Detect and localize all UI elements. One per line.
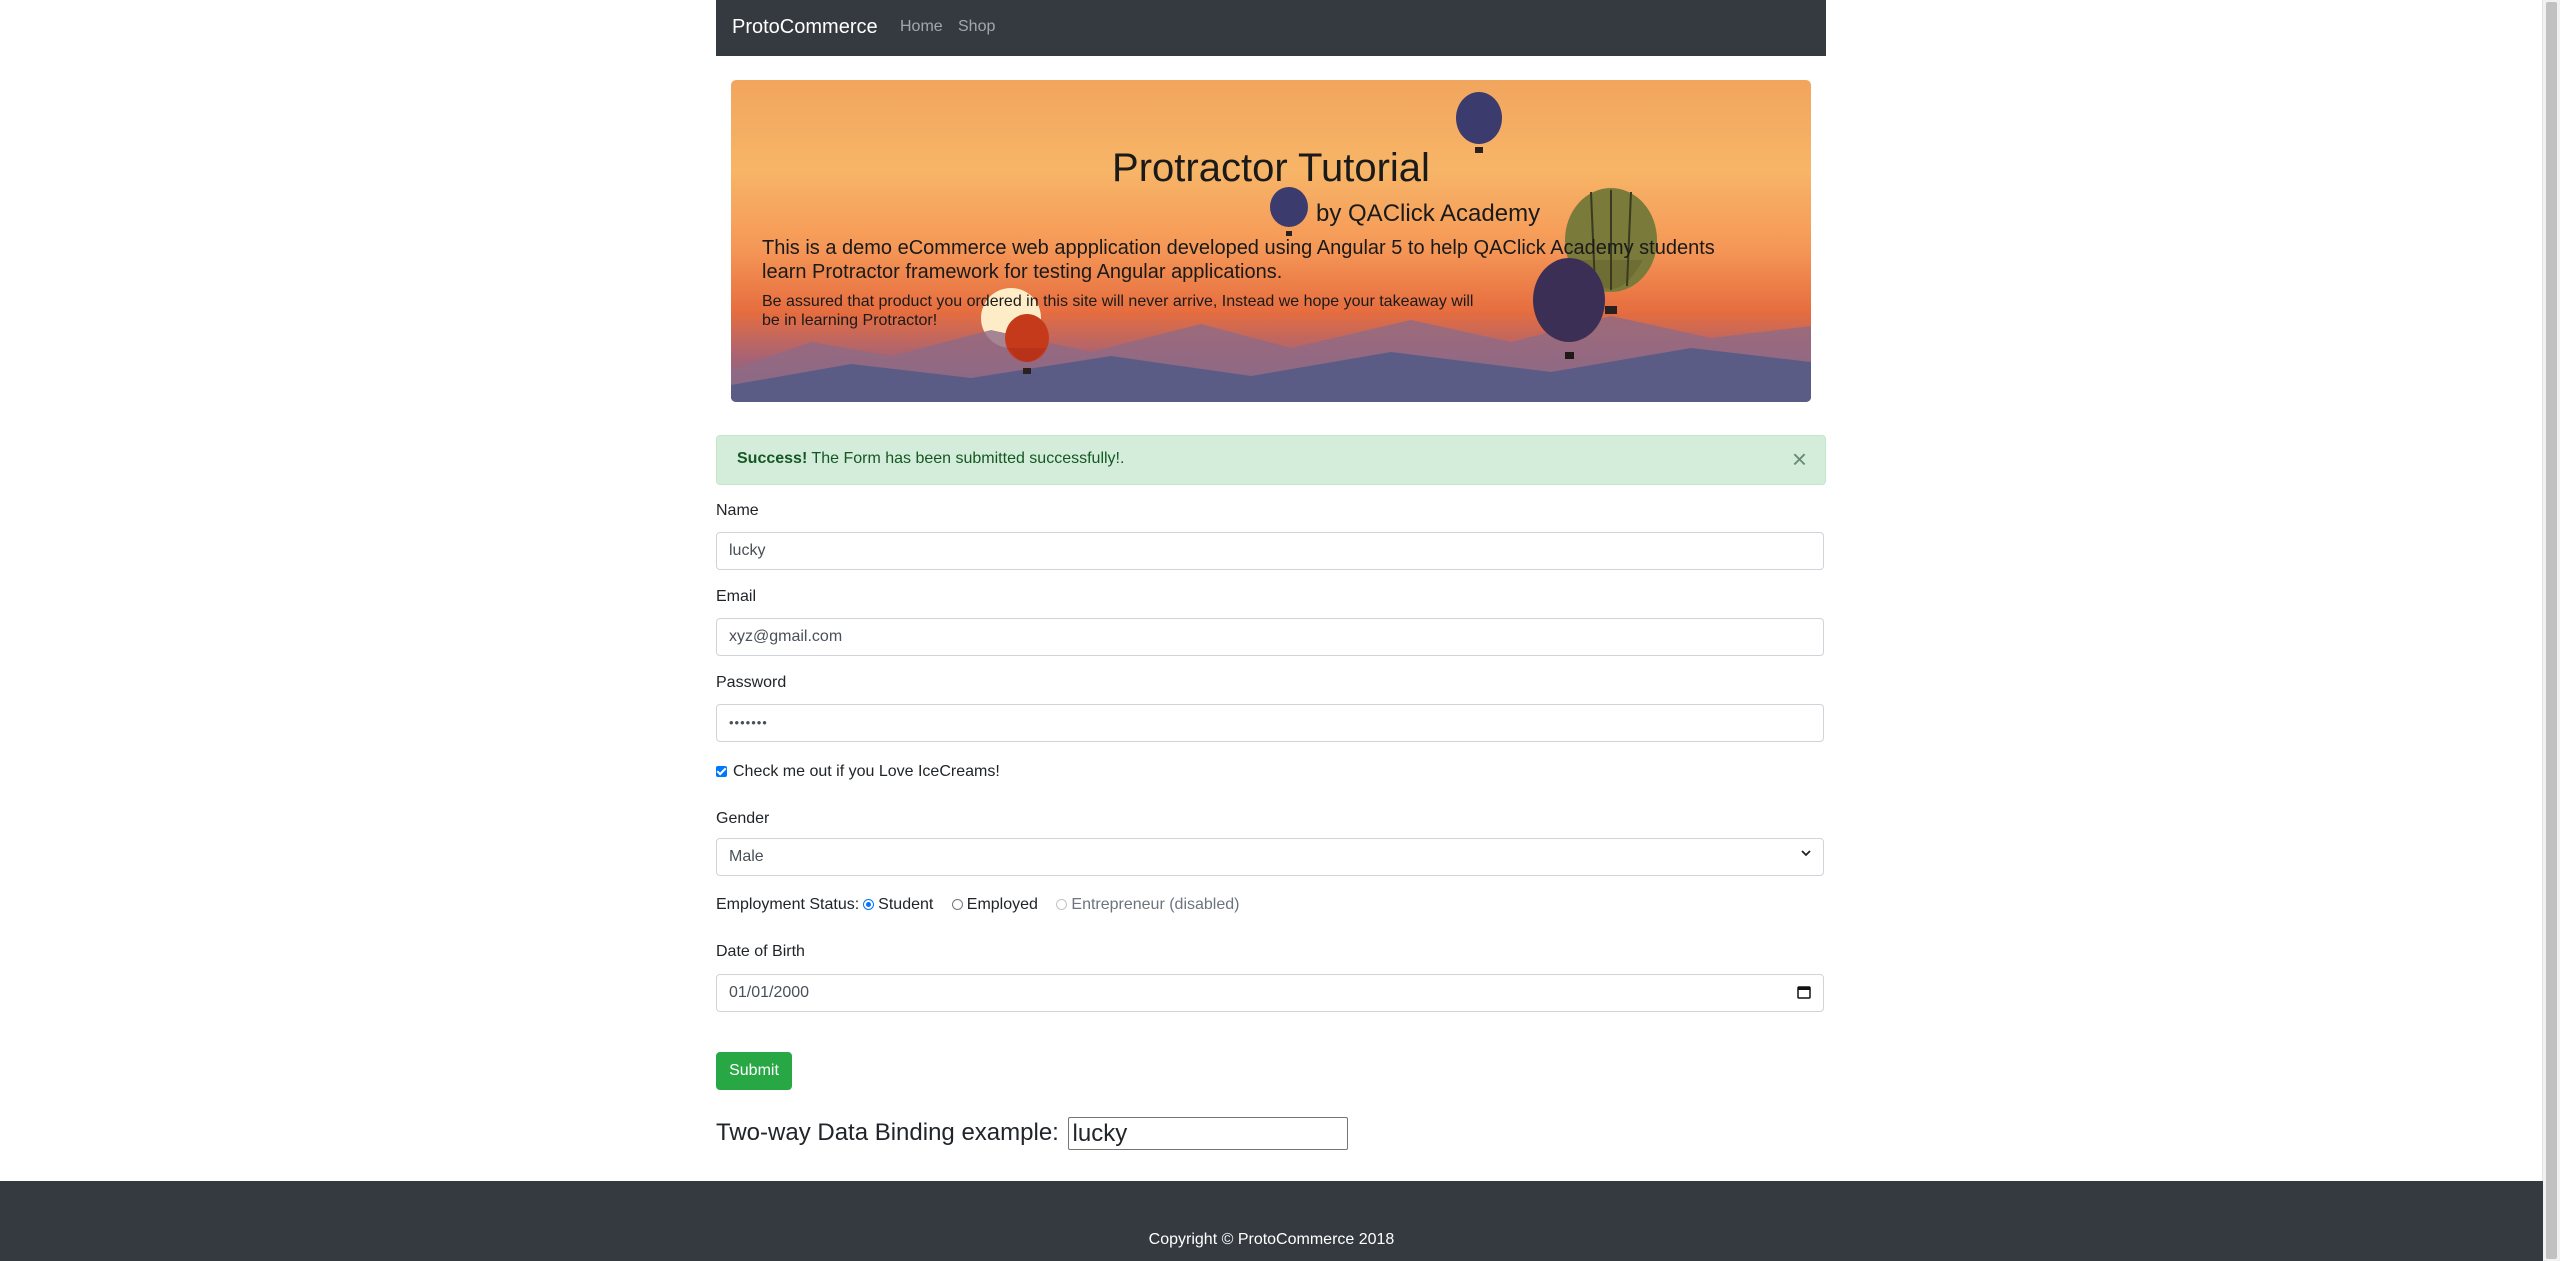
- nav-link-shop[interactable]: Shop: [958, 18, 995, 36]
- dob-value: 01/01/2000: [729, 984, 810, 1001]
- radio-employed-label[interactable]: Employed: [967, 896, 1038, 913]
- dob-input[interactable]: 01/01/2000: [716, 974, 1824, 1012]
- password-label: Password: [716, 674, 787, 691]
- radio-employed[interactable]: [951, 899, 963, 910]
- radio-student-label[interactable]: Student: [878, 896, 933, 913]
- gender-selected-value: Male: [729, 848, 764, 865]
- page-scrollbar[interactable]: [2542, 0, 2560, 1261]
- employment-status-label: Employment Status:: [716, 896, 860, 913]
- banner-description: This is a demo eCommerce web appplicatio…: [762, 237, 1715, 283]
- employment-status-group: Employment Status: Student Employed Entre…: [716, 896, 1239, 914]
- two-way-input[interactable]: lucky: [1067, 1117, 1348, 1150]
- close-icon[interactable]: ×: [1792, 446, 1807, 472]
- icecream-checkbox-label[interactable]: Check me out if you Love IceCreams!: [733, 763, 1000, 780]
- alert-strong: Success!: [737, 450, 808, 467]
- radio-student[interactable]: [863, 899, 875, 910]
- gender-label: Gender: [716, 810, 770, 827]
- alert-text: The Form has been submitted successfully…: [807, 450, 1125, 467]
- calendar-icon[interactable]: [1797, 985, 1811, 999]
- gender-select[interactable]: Male: [716, 838, 1824, 876]
- radio-entrepreneur-label: Entrepreneur (disabled): [1071, 896, 1240, 913]
- dob-label: Date of Birth: [716, 943, 805, 960]
- success-alert: Success! The Form has been submitted suc…: [716, 435, 1826, 485]
- icecream-checkbox[interactable]: [716, 766, 727, 777]
- icecream-checkbox-row: Check me out if you Love IceCreams!: [716, 763, 1000, 781]
- two-way-label: Two-way Data Binding example:: [716, 1118, 1059, 1146]
- name-label: Name: [716, 502, 759, 519]
- footer-copyright: Copyright © ProtoCommerce 2018: [1148, 1231, 1395, 1248]
- footer: Copyright © ProtoCommerce 2018: [0, 1181, 2543, 1261]
- banner-note: Be assured that product you ordered in t…: [762, 293, 1474, 329]
- banner-title: Protractor Tutorial: [1112, 146, 1430, 190]
- scrollbar-thumb[interactable]: [2546, 2, 2557, 1259]
- email-label: Email: [716, 588, 757, 605]
- radio-entrepreneur: [1056, 899, 1068, 910]
- email-input[interactable]: xyz@gmail.com: [716, 618, 1824, 656]
- name-input[interactable]: lucky: [716, 532, 1824, 570]
- submit-button[interactable]: Submit: [716, 1052, 792, 1090]
- banner-subtitle: by QAClick Academy: [1316, 200, 1541, 227]
- chevron-down-icon: [1801, 850, 1811, 857]
- password-input[interactable]: •••••••: [716, 704, 1824, 742]
- navbar: ProtoCommerce Home Shop: [716, 0, 1826, 56]
- nav-link-home[interactable]: Home: [900, 18, 943, 36]
- two-way-binding: Two-way Data Binding example: lucky: [716, 1117, 1348, 1150]
- navbar-brand[interactable]: ProtoCommerce: [732, 16, 878, 39]
- hero-banner: Protractor Tutorial by QAClick Academy T…: [731, 80, 1811, 402]
- alert-message: Success! The Form has been submitted suc…: [737, 450, 1124, 468]
